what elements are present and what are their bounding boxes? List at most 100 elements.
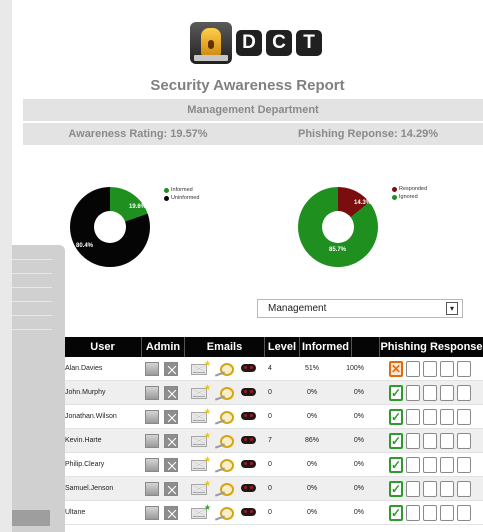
response-box[interactable]	[406, 433, 420, 449]
phishing-response-rating: Phishing Reponse: 14.29%	[298, 128, 438, 140]
hacker-mask-icon[interactable]	[241, 436, 256, 444]
table-row[interactable]: Alan.Davies ★ 4 51% 100% ✕	[12, 357, 483, 381]
check-icon[interactable]: ✓	[389, 409, 403, 425]
response-box[interactable]	[457, 385, 471, 401]
percent-value: 0%	[353, 485, 364, 492]
response-box[interactable]	[440, 385, 454, 401]
admin-checkbox[interactable]	[145, 362, 159, 376]
table-row[interactable]: Samuel.Jenson ★ 0 0% 0% ✓	[12, 477, 483, 501]
admin-photo-icon	[164, 458, 178, 472]
header-emails[interactable]: Emails	[185, 337, 265, 357]
hacker-mask-icon[interactable]	[241, 460, 256, 468]
header-user[interactable]: User	[64, 337, 142, 357]
admin-checkbox[interactable]	[145, 458, 159, 472]
header-phishing[interactable]: Phishing Response	[380, 337, 483, 357]
header-informed[interactable]: Informed	[300, 337, 352, 357]
side-panel[interactable]	[12, 245, 65, 532]
response-box[interactable]	[423, 385, 437, 401]
check-icon[interactable]: ✓	[389, 433, 403, 449]
email-envelope-icon[interactable]: ★	[191, 431, 211, 447]
response-box[interactable]	[423, 457, 437, 473]
admin-checkbox[interactable]	[145, 410, 159, 424]
dct-logo: D C T	[190, 20, 322, 66]
response-box[interactable]	[423, 409, 437, 425]
star-icon: ★	[203, 359, 211, 368]
response-box[interactable]	[406, 361, 420, 377]
phishing-hook-icon[interactable]	[220, 483, 234, 496]
informed-value: 0%	[306, 509, 318, 516]
level-value: 7	[268, 437, 272, 444]
response-box[interactable]	[423, 505, 437, 521]
star-icon: ★	[203, 383, 211, 392]
response-box[interactable]	[423, 433, 437, 449]
response-box[interactable]	[406, 385, 420, 401]
phishing-hook-icon[interactable]	[220, 435, 234, 448]
hacker-mask-icon[interactable]	[241, 364, 256, 372]
star-icon: ★	[203, 431, 211, 440]
header-level[interactable]: Level	[265, 337, 300, 357]
informed-value: 51%	[304, 365, 319, 372]
side-panel-button[interactable]	[12, 510, 50, 526]
response-box[interactable]	[457, 361, 471, 377]
email-envelope-icon[interactable]: ★	[191, 359, 211, 375]
response-box[interactable]	[457, 457, 471, 473]
response-box[interactable]	[440, 481, 454, 497]
check-icon[interactable]: ✓	[389, 457, 403, 473]
phishing-hook-icon[interactable]	[220, 387, 234, 400]
response-box[interactable]	[440, 361, 454, 377]
table-row[interactable]: Philip.Cleary ★ 0 0% 0% ✓	[12, 453, 483, 477]
user-name[interactable]: Jonathan.Wilson	[65, 405, 135, 428]
response-box[interactable]	[423, 481, 437, 497]
response-box[interactable]	[406, 505, 420, 521]
table-row[interactable]: Jonathan.Wilson ★ 0 0% 0% ✓	[12, 405, 483, 429]
email-envelope-icon[interactable]: ★	[191, 455, 211, 471]
response-box[interactable]	[440, 505, 454, 521]
hacker-mask-icon[interactable]	[241, 484, 256, 492]
table-row[interactable]: Ultane ★ 0 0% 0% ✓	[12, 501, 483, 525]
department-label: Management Department	[23, 99, 483, 121]
email-envelope-icon[interactable]: ★	[191, 407, 211, 423]
user-name[interactable]: John.Murphy	[65, 381, 135, 404]
phishing-hook-icon[interactable]	[220, 507, 234, 520]
admin-checkbox[interactable]	[145, 434, 159, 448]
response-box[interactable]	[457, 481, 471, 497]
phishing-hook-icon[interactable]	[220, 459, 234, 472]
table-row[interactable]: John.Murphy ★ 0 0% 0% ✓	[12, 381, 483, 405]
email-envelope-icon[interactable]: ★	[191, 383, 211, 399]
email-envelope-icon[interactable]: ★	[191, 503, 211, 519]
department-select[interactable]: Management ▾	[257, 299, 463, 318]
check-icon[interactable]: ✓	[389, 385, 403, 401]
phishing-hook-icon[interactable]	[220, 411, 234, 424]
admin-checkbox[interactable]	[145, 386, 159, 400]
hacker-mask-icon[interactable]	[241, 412, 256, 420]
hacker-mask-icon[interactable]	[241, 388, 256, 396]
response-box[interactable]	[406, 457, 420, 473]
table-row[interactable]: Kevin.Harte ★ 7 86% 0% ✓	[12, 429, 483, 453]
user-name[interactable]: Alan.Davies	[65, 357, 135, 380]
user-name[interactable]: Kevin.Harte	[65, 429, 135, 452]
chevron-down-icon[interactable]: ▾	[446, 302, 458, 315]
header-admin[interactable]: Admin	[142, 337, 185, 357]
response-box[interactable]	[457, 433, 471, 449]
admin-checkbox[interactable]	[145, 482, 159, 496]
response-box[interactable]	[440, 433, 454, 449]
hacker-mask-icon[interactable]	[241, 508, 256, 516]
response-box[interactable]	[406, 409, 420, 425]
security-report: D C T Security Awareness Report Manageme…	[12, 0, 483, 532]
admin-checkbox[interactable]	[145, 506, 159, 520]
response-box[interactable]	[406, 481, 420, 497]
user-name[interactable]: Samuel.Jenson	[65, 477, 135, 500]
response-box[interactable]	[440, 409, 454, 425]
check-icon[interactable]: ✓	[389, 505, 403, 521]
response-box[interactable]	[457, 505, 471, 521]
response-box[interactable]	[423, 361, 437, 377]
response-box[interactable]	[457, 409, 471, 425]
user-name[interactable]: Philip.Cleary	[65, 453, 135, 476]
user-name[interactable]: Ultane	[65, 501, 135, 524]
response-box[interactable]	[440, 457, 454, 473]
check-icon[interactable]: ✓	[389, 481, 403, 497]
email-envelope-icon[interactable]: ★	[191, 479, 211, 495]
cross-icon[interactable]: ✕	[389, 361, 403, 377]
phishing-hook-icon[interactable]	[220, 363, 234, 376]
level-value: 0	[268, 389, 272, 396]
